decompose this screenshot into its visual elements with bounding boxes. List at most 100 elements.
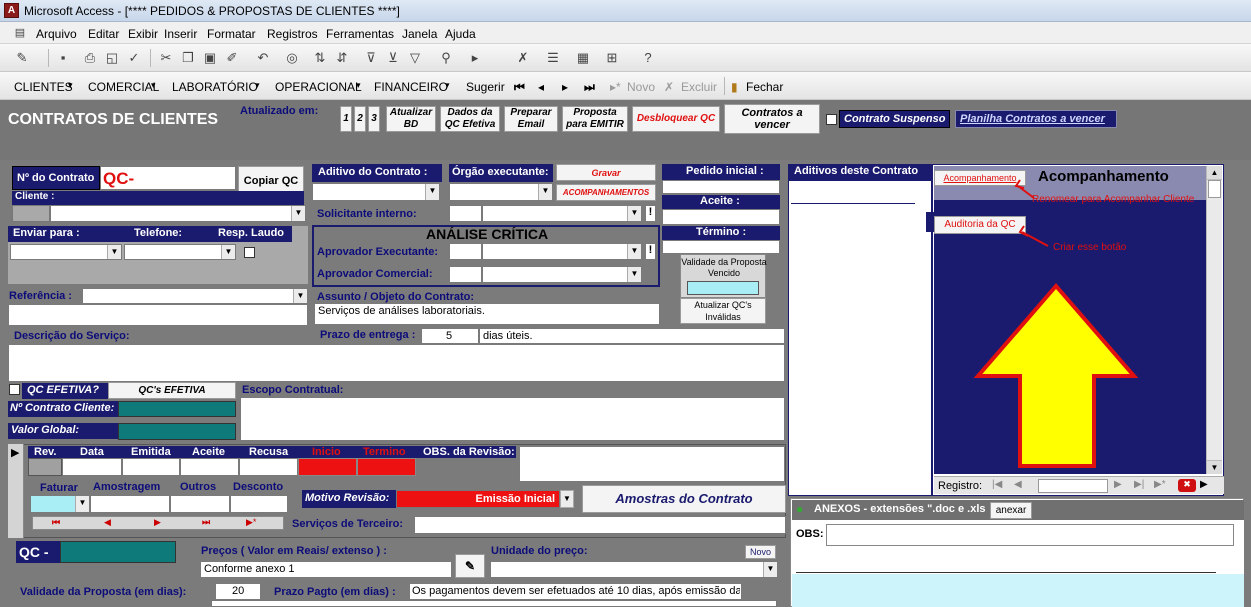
new-record-icon[interactable]: ▶* bbox=[1154, 479, 1166, 490]
menu-registros[interactable]: Registros bbox=[267, 27, 318, 41]
preparar-email-button[interactable]: Preparar Email bbox=[504, 106, 558, 132]
termino-field[interactable] bbox=[662, 240, 780, 254]
filter-by-form-icon[interactable]: ⊻ bbox=[385, 50, 401, 66]
chevron-down-icon[interactable]: ▼ bbox=[75, 496, 89, 512]
precos-field[interactable]: Conforme anexo 1 bbox=[200, 561, 452, 578]
chevron-down-icon[interactable]: ▼ bbox=[560, 490, 574, 508]
atualizar-qcs-button[interactable]: Atualizar QC's Inválidas bbox=[680, 298, 766, 324]
print-icon[interactable]: ⎙ bbox=[82, 50, 98, 66]
form-icon[interactable]: ▤ bbox=[12, 25, 28, 41]
scroll-down-icon[interactable]: ▼ bbox=[1207, 460, 1222, 474]
menu-ajuda[interactable]: Ajuda bbox=[445, 27, 476, 41]
chevron-down-icon[interactable]: ▼ bbox=[107, 245, 121, 259]
aditivos-list[interactable] bbox=[788, 180, 932, 496]
sort-descending-icon[interactable]: ⇵ bbox=[334, 50, 350, 66]
spelling-icon[interactable]: ✓ bbox=[126, 50, 142, 66]
menu-arquivo[interactable]: Arquivo bbox=[36, 27, 77, 41]
chevron-down-icon[interactable]: ▼ bbox=[291, 206, 305, 221]
chevron-down-icon[interactable]: ▼ bbox=[627, 267, 641, 282]
new-record-icon[interactable]: ▶* bbox=[246, 517, 256, 528]
record-selector[interactable]: ▶ bbox=[8, 444, 24, 538]
database-window-icon[interactable]: ▦ bbox=[575, 50, 591, 66]
scroll-thumb[interactable] bbox=[1208, 180, 1221, 198]
design-view-icon[interactable]: ✎ bbox=[14, 50, 30, 66]
copy-icon[interactable]: ❐ bbox=[180, 50, 196, 66]
unidade-dropdown[interactable]: ▼ bbox=[490, 561, 778, 578]
valor-global-field[interactable] bbox=[118, 423, 236, 440]
menu-ferramentas[interactable]: Ferramentas bbox=[326, 27, 394, 41]
vertical-scrollbar[interactable]: ▲ ▼ bbox=[1206, 166, 1222, 474]
faturar-dropdown[interactable]: ▼ bbox=[30, 495, 90, 513]
fechar-button[interactable]: Fechar bbox=[746, 80, 783, 94]
next-record-icon[interactable]: ▶ bbox=[154, 517, 161, 528]
acompanhamentos-button[interactable]: ACOMPANHAMENTOS bbox=[556, 184, 656, 201]
previous-record-icon[interactable]: ◀ bbox=[1014, 479, 1022, 490]
assunto-field[interactable]: Serviços de análises laboratoriais. bbox=[314, 303, 660, 325]
next-field-partial[interactable] bbox=[211, 600, 777, 607]
new-object-icon[interactable]: ⊞ bbox=[604, 50, 620, 66]
prazo-pagto-field[interactable]: Os pagamentos devem ser efetuados até 10… bbox=[409, 583, 742, 600]
menu-clientes[interactable]: CLIENTES bbox=[14, 80, 73, 94]
aprov-exec-dropdown[interactable]: ▼ bbox=[482, 243, 642, 260]
aprov-exec-info-icon[interactable]: ! bbox=[645, 243, 656, 260]
print-preview-icon[interactable]: ◱ bbox=[104, 50, 120, 66]
edit-icon[interactable]: ✎ bbox=[455, 554, 485, 578]
menu-comercial[interactable]: COMERCIAL bbox=[88, 80, 159, 94]
referencia-dropdown[interactable]: ▼ bbox=[82, 288, 308, 304]
find-icon[interactable]: ⚲ bbox=[438, 50, 454, 66]
desbloquear-qc-button[interactable]: Desbloquear QC bbox=[632, 106, 720, 132]
last-record-icon[interactable]: ⏭ bbox=[584, 80, 595, 95]
button-2[interactable]: 2 bbox=[354, 106, 366, 132]
solicitante-code-field[interactable] bbox=[449, 205, 482, 222]
gravar-button[interactable]: Gravar bbox=[556, 164, 656, 181]
chevron-down-icon[interactable]: ▼ bbox=[221, 245, 235, 259]
help-icon[interactable]: ? bbox=[640, 50, 656, 66]
qc-efetiva-checkbox[interactable] bbox=[9, 384, 20, 395]
validade-vencido-field[interactable] bbox=[687, 281, 759, 295]
menu-inserir[interactable]: Inserir bbox=[164, 27, 197, 41]
qcs-efetiva-button[interactable]: QC's EFETIVA bbox=[108, 382, 236, 399]
button-1[interactable]: 1 bbox=[340, 106, 352, 132]
filter-by-selection-icon[interactable]: ⊽ bbox=[363, 50, 379, 66]
menu-operacional[interactable]: OPERACIONAL bbox=[275, 80, 362, 94]
chevron-down-icon[interactable]: ▼ bbox=[763, 562, 777, 577]
save-icon[interactable]: ▪ bbox=[55, 50, 71, 66]
emitida-field[interactable] bbox=[122, 458, 180, 476]
menu-editar[interactable]: Editar bbox=[88, 27, 119, 41]
cliente-code-field[interactable] bbox=[12, 205, 50, 222]
resp-laudo-checkbox[interactable] bbox=[244, 247, 255, 258]
hyperlink-icon[interactable]: ◎ bbox=[284, 50, 300, 66]
menu-janela[interactable]: Janela bbox=[402, 27, 437, 41]
orgao-dropdown[interactable]: ▼ bbox=[449, 183, 553, 201]
data-field[interactable] bbox=[62, 458, 122, 476]
next-record-icon[interactable]: ▶ bbox=[1114, 479, 1122, 490]
dados-qc-efetiva-button[interactable]: Dados da QC Efetiva bbox=[440, 106, 500, 132]
no-contrato-cliente-field[interactable] bbox=[118, 401, 236, 417]
rev-field[interactable] bbox=[28, 458, 62, 476]
undo-icon[interactable]: ↶ bbox=[255, 50, 271, 66]
pedido-inicial-field[interactable] bbox=[662, 180, 780, 194]
format-painter-icon[interactable]: ✐ bbox=[224, 50, 240, 66]
paste-icon[interactable]: ▣ bbox=[202, 50, 218, 66]
chevron-down-icon[interactable]: ▼ bbox=[293, 289, 307, 303]
scroll-up-icon[interactable]: ▲ bbox=[1207, 166, 1222, 180]
anexos-list[interactable] bbox=[792, 574, 1244, 607]
last-record-icon[interactable]: ▶| bbox=[1134, 479, 1144, 490]
first-record-icon[interactable]: |◀ bbox=[992, 479, 1002, 490]
prazo-entrega-field[interactable]: 5 bbox=[421, 328, 479, 344]
proposta-emitir-button[interactable]: Proposta para EMITIR bbox=[562, 106, 628, 132]
validade-field[interactable]: 20 bbox=[215, 583, 261, 600]
obs-revisao-field[interactable] bbox=[519, 446, 785, 482]
menu-laboratorio[interactable]: LABORATÓRIO bbox=[172, 80, 258, 94]
recusa-field[interactable] bbox=[239, 458, 298, 476]
chevron-down-icon[interactable]: ▼ bbox=[425, 184, 439, 200]
new-record-icon[interactable]: ▸ bbox=[467, 50, 483, 66]
solicitante-info-icon[interactable]: ! bbox=[645, 205, 656, 222]
solicitante-dropdown[interactable]: ▼ bbox=[482, 205, 642, 222]
escopo-field[interactable] bbox=[240, 397, 785, 441]
aceite-field[interactable] bbox=[662, 209, 780, 225]
menu-formatar[interactable]: Formatar bbox=[207, 27, 256, 41]
qc-number-field[interactable] bbox=[60, 541, 176, 563]
menu-exibir[interactable]: Exibir bbox=[128, 27, 158, 41]
contratos-vencer-button[interactable]: Contratos a vencer bbox=[724, 104, 820, 134]
